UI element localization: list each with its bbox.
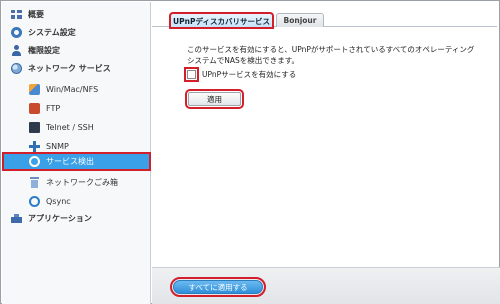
tab-bar: UPnPディスカバリサービス Bonjour <box>152 12 497 29</box>
tab-upnp-discovery[interactable]: UPnPディスカバリサービス <box>169 12 274 29</box>
sidebar-item-label: ネットワークごみ箱 <box>46 177 118 187</box>
app-window: 概要 システム設定 権限設定 ネットワーク サービス Win/Mac/NFS F… <box>0 0 500 304</box>
sidebar-item-label: システム設定 <box>28 27 76 37</box>
apply-all-button[interactable]: すべてに適用する <box>170 277 266 297</box>
snmp-icon <box>29 140 40 152</box>
radar-icon <box>29 156 40 167</box>
sidebar-item-label: アプリケーション <box>28 213 92 223</box>
sidebar-item-label: Telnet / SSH <box>46 122 94 132</box>
sidebar-item-privilege-settings[interactable]: 権限設定 <box>2 41 151 59</box>
enable-upnp-checkbox[interactable] <box>184 67 199 82</box>
user-icon <box>11 44 22 56</box>
sidebar-item-label: Qsync <box>46 196 71 206</box>
terminal-icon <box>29 121 40 133</box>
sidebar-item-label: 権限設定 <box>28 45 60 55</box>
footer-bar: すべてに適用する <box>152 267 500 304</box>
qsync-icon <box>29 195 40 207</box>
sidebar-item-network-recycle-bin[interactable]: ネットワークごみ箱 <box>2 173 151 191</box>
overview-icon <box>11 8 22 20</box>
enable-upnp-row: UPnPサービスを有効にする <box>184 67 296 82</box>
ftp-icon <box>29 102 40 114</box>
sidebar-item-win-mac-nfs[interactable]: Win/Mac/NFS <box>2 80 151 98</box>
sidebar-item-label: サービス検出 <box>46 157 94 166</box>
sidebar-item-ftp[interactable]: FTP <box>2 99 151 117</box>
sidebar-item-service-discovery[interactable]: サービス検出 <box>2 152 151 171</box>
sidebar-item-qsync[interactable]: Qsync <box>2 192 151 210</box>
trash-icon <box>29 176 40 188</box>
sidebar-item-label: SNMP <box>46 141 69 151</box>
service-description: このサービスを有効にすると、UPnPがサポートされているすべてのオペレーティング… <box>187 45 475 65</box>
apply-button[interactable]: 適用 <box>185 89 244 109</box>
gear-icon <box>11 26 22 38</box>
sidebar: 概要 システム設定 権限設定 ネットワーク サービス Win/Mac/NFS F… <box>2 2 151 304</box>
share-icon <box>29 83 40 95</box>
enable-upnp-label[interactable]: UPnPサービスを有効にする <box>202 69 296 80</box>
globe-icon <box>11 62 22 74</box>
sidebar-item-network-services[interactable]: ネットワーク サービス <box>2 59 151 77</box>
settings-panel: このサービスを有効にすると、UPnPがサポートされているすべてのオペレーティング… <box>152 28 500 264</box>
sidebar-item-label: ネットワーク サービス <box>28 63 111 73</box>
sidebar-item-applications[interactable]: アプリケーション <box>2 209 151 227</box>
sidebar-item-telnet-ssh[interactable]: Telnet / SSH <box>2 118 151 136</box>
sidebar-item-label: FTP <box>46 103 61 113</box>
tab-bonjour[interactable]: Bonjour <box>276 13 324 27</box>
sidebar-item-label: Win/Mac/NFS <box>46 84 99 94</box>
sidebar-item-label: 概要 <box>28 9 44 19</box>
sidebar-item-system-settings[interactable]: システム設定 <box>2 23 151 41</box>
application-icon <box>11 212 22 224</box>
sidebar-item-overview[interactable]: 概要 <box>2 5 151 23</box>
